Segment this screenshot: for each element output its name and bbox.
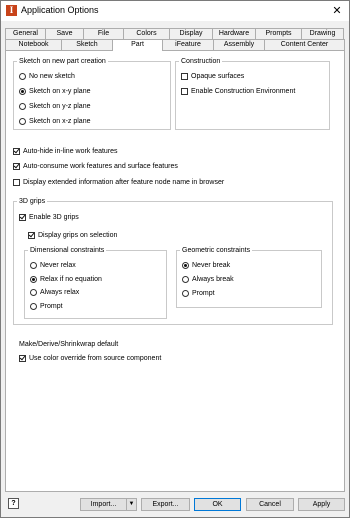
checkbox-opaque-surfaces[interactable]: Opaque surfaces [181, 71, 244, 81]
checkbox-label: Display extended information after featu… [23, 178, 225, 186]
checkbox-indicator [13, 162, 20, 170]
radio-sketch-xz[interactable]: Sketch on x-z plane [19, 116, 90, 126]
radio-indicator [19, 102, 26, 110]
app-logo-icon: I [6, 5, 17, 16]
construction-group-title: Construction [179, 57, 223, 66]
tab-assembly[interactable]: Assembly [213, 39, 265, 50]
bottom-button-bar: ? Import... ▼ Export... OK Cancel Apply [1, 493, 349, 517]
checkbox-label: Enable Construction Environment [191, 87, 296, 95]
radio-sketch-xy[interactable]: Sketch on x-y plane [19, 86, 90, 96]
export-button[interactable]: Export... [141, 498, 190, 511]
import-dropdown-arrow-icon[interactable]: ▼ [126, 498, 137, 511]
dimensional-constraints-group: Dimensional constraints Never relax Rela… [24, 246, 167, 319]
tab-general[interactable]: General [5, 28, 46, 39]
checkbox-indicator [28, 231, 35, 239]
radio-label: Always break [192, 275, 234, 283]
radio-label: Prompt [40, 302, 63, 310]
checkbox-extended-info[interactable]: Display extended information after featu… [13, 177, 224, 187]
checkbox-auto-hide[interactable]: Auto-hide in-line work features [13, 146, 118, 156]
ok-button[interactable]: OK [194, 498, 241, 511]
radio-label: Prompt [192, 289, 215, 297]
checkbox-display-grips[interactable]: Display grips on selection [28, 230, 117, 240]
radio-label: Relax if no equation [40, 275, 102, 283]
tab-save[interactable]: Save [45, 28, 84, 39]
tab-drawing[interactable]: Drawing [301, 28, 344, 39]
radio-label: Sketch on x-z plane [29, 117, 91, 125]
radio-never-relax[interactable]: Never relax [30, 260, 76, 270]
checkbox-indicator [19, 213, 26, 221]
radio-label: Always relax [40, 288, 80, 296]
tab-prompts[interactable]: Prompts [255, 28, 302, 39]
radio-no-new-sketch[interactable]: No new sketch [19, 71, 75, 81]
radio-never-break[interactable]: Never break [182, 260, 230, 270]
checkbox-auto-consume[interactable]: Auto-consume work features and surface f… [13, 161, 178, 171]
checkbox-label: Auto-consume work features and surface f… [23, 162, 178, 170]
radio-label: Never break [192, 261, 231, 269]
application-options-window: I Application Options ✕ General Save Fil… [0, 0, 350, 518]
checkbox-indicator [13, 147, 20, 155]
radio-indicator [30, 275, 37, 283]
sketch-group-title: Sketch on new part creation [17, 57, 108, 66]
import-button[interactable]: Import... [80, 498, 127, 511]
tab-row-1: General Save File Colors Display Hardwar… [5, 28, 345, 39]
radio-always-relax[interactable]: Always relax [30, 287, 79, 297]
radio-indicator [19, 87, 26, 95]
tab-colors[interactable]: Colors [123, 28, 170, 39]
checkbox-construction-environment[interactable]: Enable Construction Environment [181, 86, 295, 96]
checkbox-use-color-override[interactable]: Use color override from source component [19, 353, 161, 363]
checkbox-enable-3d-grips[interactable]: Enable 3D grips [19, 212, 79, 222]
cancel-button[interactable]: Cancel [246, 498, 294, 511]
part-tab-panel: Sketch on new part creation No new sketc… [5, 50, 345, 492]
checkbox-label: Use color override from source component [29, 354, 162, 362]
grips-group: 3D grips Enable 3D grips Display grips o… [13, 197, 333, 325]
tab-notebook[interactable]: Notebook [5, 39, 62, 50]
tab-content-center[interactable]: Content Center [264, 39, 345, 50]
radio-indicator [19, 72, 26, 80]
tab-part[interactable]: Part [112, 39, 163, 51]
radio-label: Sketch on x-y plane [29, 87, 91, 95]
title-bar: I Application Options ✕ [1, 1, 349, 21]
construction-group: Construction Opaque surfaces Enable Cons… [175, 57, 330, 130]
radio-label: Sketch on y-z plane [29, 102, 91, 110]
tab-ifeature[interactable]: iFeature [162, 39, 214, 50]
tab-sketch[interactable]: Sketch [61, 39, 113, 50]
checkbox-indicator [181, 72, 188, 80]
checkbox-label: Enable 3D grips [29, 213, 79, 221]
checkbox-label: Auto-hide in-line work features [23, 147, 118, 155]
geometric-constraints-title: Geometric constraints [180, 246, 253, 255]
radio-prompt-geometric[interactable]: Prompt [182, 288, 215, 298]
window-title: Application Options [21, 5, 99, 15]
checkbox-indicator [19, 354, 26, 362]
radio-indicator [19, 117, 26, 125]
dimensional-constraints-title: Dimensional constraints [28, 246, 107, 255]
tab-hardware[interactable]: Hardware [212, 28, 256, 39]
grips-group-title: 3D grips [17, 197, 48, 206]
radio-indicator [30, 302, 37, 310]
checkbox-label: Display grips on selection [38, 231, 118, 239]
tab-file[interactable]: File [83, 28, 124, 39]
radio-label: No new sketch [29, 72, 75, 80]
radio-sketch-yz[interactable]: Sketch on y-z plane [19, 101, 90, 111]
sketch-group: Sketch on new part creation No new sketc… [13, 57, 171, 130]
help-icon[interactable]: ? [8, 498, 19, 509]
make-derive-title: Make/Derive/Shrinkwrap default [19, 341, 119, 348]
radio-indicator [30, 261, 37, 269]
radio-prompt-dimensional[interactable]: Prompt [30, 301, 63, 311]
tab-row-2: Notebook Sketch Part iFeature Assembly C… [5, 39, 345, 51]
close-button[interactable]: ✕ [329, 3, 345, 19]
radio-relax-if-no-equation[interactable]: Relax if no equation [30, 274, 102, 284]
radio-indicator [182, 289, 189, 297]
radio-label: Never relax [40, 261, 76, 269]
radio-indicator [182, 261, 189, 269]
checkbox-label: Opaque surfaces [191, 72, 245, 80]
radio-always-break[interactable]: Always break [182, 274, 234, 284]
radio-indicator [182, 275, 189, 283]
checkbox-indicator [13, 178, 20, 186]
tab-display[interactable]: Display [169, 28, 213, 39]
apply-button[interactable]: Apply [298, 498, 345, 511]
geometric-constraints-group: Geometric constraints Never break Always… [176, 246, 322, 308]
radio-indicator [30, 288, 37, 296]
checkbox-indicator [181, 87, 188, 95]
